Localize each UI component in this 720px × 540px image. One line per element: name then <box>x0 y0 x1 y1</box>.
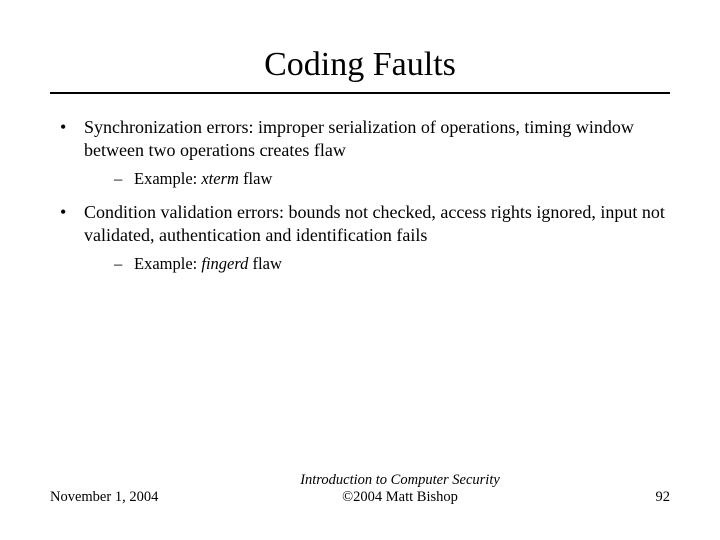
sub-bullet-list: Example: xterm flaw <box>84 168 670 189</box>
sub-bullet-item: Example: fingerd flaw <box>84 253 670 274</box>
bullet-item: Synchronization errors: improper seriali… <box>50 116 670 189</box>
slide-content: Synchronization errors: improper seriali… <box>50 116 670 274</box>
bullet-text: Condition validation errors: bounds not … <box>84 202 665 245</box>
footer-copyright: ©2004 Matt Bishop <box>342 489 458 505</box>
footer-title-line: Introduction to Computer Security <box>300 472 500 488</box>
slide-title: Coding Faults <box>50 46 670 84</box>
bullet-item: Condition validation errors: bounds not … <box>50 201 670 274</box>
sub-bullet-list: Example: fingerd flaw <box>84 253 670 274</box>
bullet-text: Synchronization errors: improper seriali… <box>84 117 634 160</box>
sub-bullet-suffix: flaw <box>248 254 281 273</box>
bullet-list: Synchronization errors: improper seriali… <box>50 116 670 274</box>
footer-date: November 1, 2004 <box>50 489 190 506</box>
sub-bullet-em: fingerd <box>201 254 248 273</box>
sub-bullet-em: xterm <box>201 169 239 188</box>
footer-center: Introduction to Computer Security ©2004 … <box>190 472 610 506</box>
footer-page-number: 92 <box>610 489 670 506</box>
sub-bullet-prefix: Example: <box>134 254 201 273</box>
sub-bullet-suffix: flaw <box>239 169 272 188</box>
slide-footer: November 1, 2004 Introduction to Compute… <box>50 472 670 506</box>
sub-bullet-item: Example: xterm flaw <box>84 168 670 189</box>
slide: Coding Faults Synchronization errors: im… <box>0 0 720 540</box>
title-rule <box>50 92 670 94</box>
sub-bullet-prefix: Example: <box>134 169 201 188</box>
